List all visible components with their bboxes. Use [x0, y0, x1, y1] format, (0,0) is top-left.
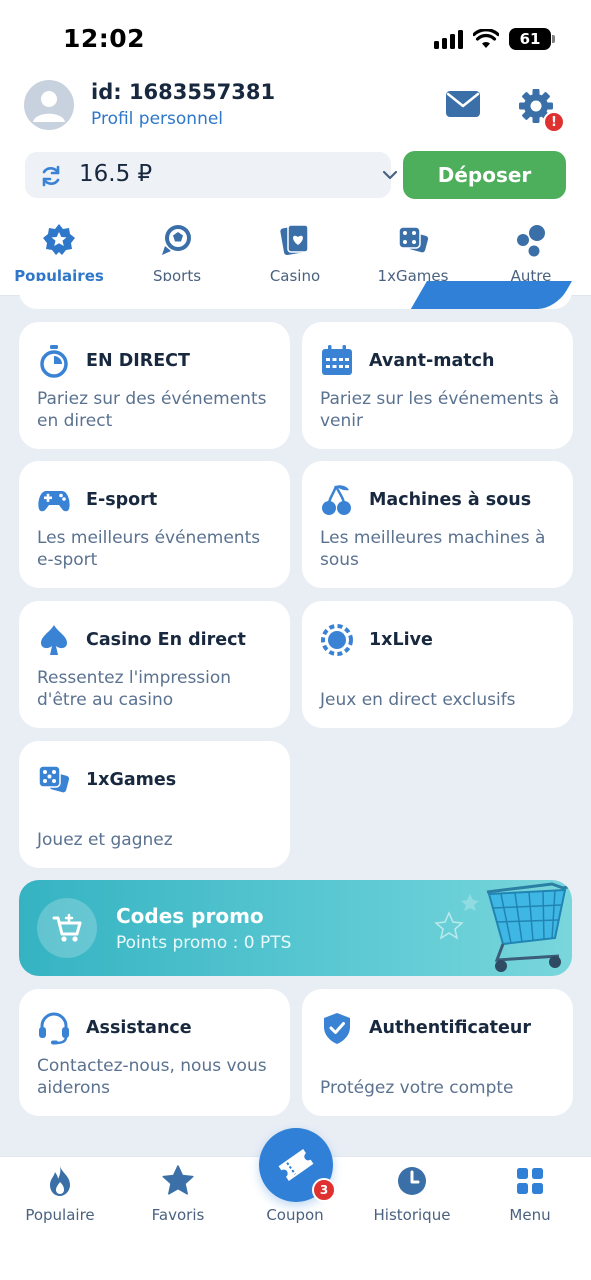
- card-description: Jeux en direct exclusifs: [320, 690, 516, 710]
- nav-favoris[interactable]: Favoris: [123, 1162, 233, 1234]
- card-title: EN DIRECT: [86, 351, 190, 371]
- card-title: E-sport: [86, 490, 158, 510]
- deposit-button[interactable]: Déposer: [403, 151, 566, 199]
- nav-populaire[interactable]: Populaire: [5, 1162, 115, 1234]
- user-icon: [33, 91, 65, 122]
- nav-label: Favoris: [151, 1206, 205, 1224]
- nav-historique[interactable]: Historique: [357, 1162, 467, 1234]
- settings-alert-badge: !: [543, 111, 565, 133]
- stopwatch-icon: [40, 345, 68, 378]
- card-live[interactable]: EN DIRECT Pariez sur des événements en d…: [19, 322, 290, 449]
- flame-icon: [50, 1166, 70, 1196]
- bubbles-icon: [517, 225, 545, 257]
- card-1xlive[interactable]: 1xLive Jeux en direct exclusifs: [302, 601, 573, 728]
- cherries-icon: [322, 485, 351, 515]
- nav-label: Populaire: [25, 1206, 95, 1224]
- gamepad-icon: [38, 491, 70, 512]
- card-description: Contactez-nous, nous vous aiderons: [37, 1056, 267, 1098]
- balance-selector[interactable]: 16.5 ₽: [25, 152, 398, 198]
- status-time: 12:02: [63, 24, 146, 53]
- dice-icon: [398, 226, 429, 253]
- promo-title: Codes promo: [116, 904, 264, 928]
- coupon-label: Coupon: [266, 1206, 324, 1224]
- card-esport[interactable]: E-sport Les meilleurs événements e-sport: [19, 461, 290, 588]
- card-title: Authentificateur: [369, 1018, 531, 1038]
- banner-peek[interactable]: [19, 281, 572, 309]
- card-live-casino[interactable]: Casino En direct Ressentez l'impression …: [19, 601, 290, 728]
- sports-ball-icon: [162, 225, 191, 255]
- cart-icon: [37, 898, 97, 958]
- status-indicators: 61: [434, 26, 555, 52]
- dice-icon: [38, 765, 70, 793]
- calendar-icon: [322, 345, 352, 375]
- envelope-icon: [446, 91, 480, 117]
- promo-points: Points promo : 0 PTS: [116, 933, 292, 953]
- card-title: Avant-match: [369, 351, 495, 371]
- card-title: Machines à sous: [369, 490, 532, 510]
- refresh-icon[interactable]: [39, 164, 63, 188]
- card-1xgames[interactable]: 1xGames Jouez et gagnez: [19, 741, 290, 868]
- card-slots[interactable]: Machines à sous Les meilleures machines …: [302, 461, 573, 588]
- coupon-count-badge: 3: [312, 1178, 336, 1202]
- headset-icon: [39, 1012, 69, 1045]
- card-title: 1xGames: [86, 770, 177, 790]
- star-icon: [162, 1165, 194, 1195]
- clock-icon: [398, 1167, 426, 1195]
- card-description: Protégez votre compte: [320, 1078, 514, 1098]
- card-description: Pariez sur les événements à venir: [320, 389, 560, 431]
- wifi-icon: [473, 29, 499, 48]
- mail-button[interactable]: [444, 88, 482, 120]
- card-authenticator[interactable]: Authentificateur Protégez votre compte: [302, 989, 573, 1116]
- basket-illustration: [434, 882, 572, 972]
- signal-icon: [434, 29, 463, 49]
- battery-indicator: 61: [509, 28, 555, 50]
- card-description: Les meilleurs événements e-sport: [37, 528, 261, 570]
- card-title: Casino En direct: [86, 630, 246, 650]
- card-description: Ressentez l'impression d'être au casino: [37, 668, 232, 710]
- card-title: 1xLive: [369, 630, 433, 650]
- live-chip-icon: [321, 624, 353, 656]
- card-assistance[interactable]: Assistance Contactez-nous, nous vous aid…: [19, 989, 290, 1116]
- card-description: Jouez et gagnez: [37, 830, 173, 850]
- cards-icon: [280, 224, 309, 256]
- nav-label: Historique: [373, 1206, 451, 1224]
- chevron-down-icon: [382, 170, 398, 180]
- card-description: Pariez sur des événements en direct: [37, 389, 267, 431]
- spade-icon: [41, 625, 67, 655]
- nav-menu[interactable]: Menu: [475, 1162, 585, 1234]
- card-title: Assistance: [86, 1018, 192, 1038]
- card-prematch[interactable]: Avant-match Pariez sur les événements à …: [302, 322, 573, 449]
- balance-amount: 16.5 ₽: [79, 161, 153, 187]
- star-badge-icon: [43, 224, 75, 255]
- profile-link[interactable]: Profil personnel: [91, 109, 223, 129]
- nav-label: Menu: [509, 1206, 551, 1224]
- card-description: Les meilleures machines à sous: [320, 528, 546, 570]
- grid-icon: [517, 1168, 543, 1194]
- avatar[interactable]: [24, 80, 74, 130]
- promo-codes-banner[interactable]: Codes promo Points promo : 0 PTS: [19, 880, 572, 976]
- profile-id: id: 1683557381: [91, 80, 276, 104]
- shield-check-icon: [324, 1013, 350, 1044]
